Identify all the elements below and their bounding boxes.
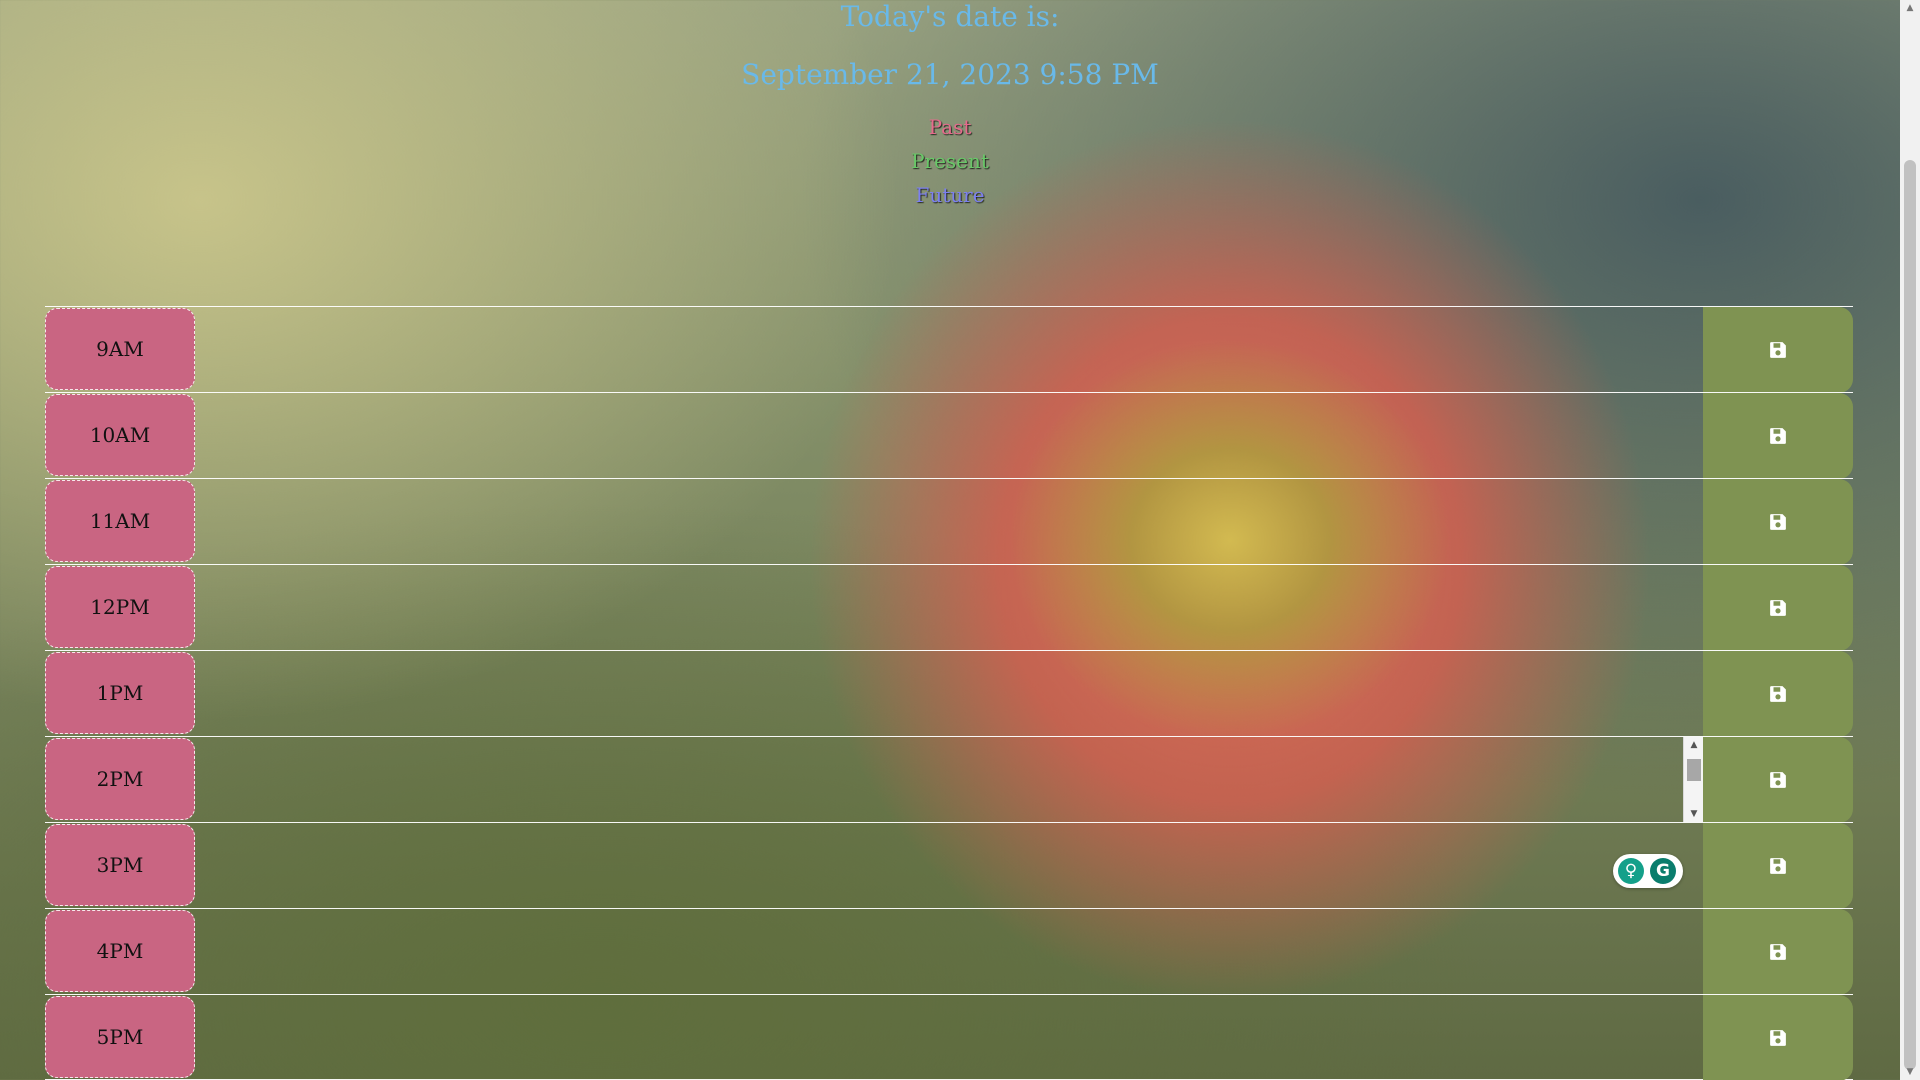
event-description-input[interactable]	[195, 823, 1703, 908]
save-icon	[1769, 685, 1787, 703]
hour-label: 9AM	[45, 308, 195, 390]
hour-label: 10AM	[45, 394, 195, 476]
hour-label: 1PM	[45, 652, 195, 734]
grammarly-icon[interactable]: G	[1650, 858, 1676, 884]
page-scrollbar-thumb[interactable]	[1904, 160, 1916, 1070]
event-description-input[interactable]	[195, 737, 1703, 822]
legend-past: Past	[928, 115, 972, 139]
page-scroll-down-icon[interactable]: ▼	[1900, 1064, 1920, 1080]
event-description-input[interactable]	[195, 651, 1703, 736]
textarea-scrollbar[interactable]: ▲ ▼	[1683, 737, 1703, 822]
save-button[interactable]	[1703, 737, 1853, 823]
time-block-row: 3PM ♀ G	[45, 822, 1853, 909]
save-button[interactable]	[1703, 995, 1853, 1080]
hour-label: 12PM	[45, 566, 195, 648]
hour-label: 5PM	[45, 996, 195, 1078]
page-scroll-up-icon[interactable]: ▲	[1900, 0, 1920, 16]
save-icon	[1769, 599, 1787, 617]
save-button[interactable]	[1703, 565, 1853, 651]
save-button[interactable]	[1703, 823, 1853, 909]
time-block-row: 10AM	[45, 392, 1853, 479]
time-block-row: 9AM	[45, 306, 1853, 393]
current-date: September 21, 2023 9:58 PM	[741, 58, 1159, 91]
hour-label: 2PM	[45, 738, 195, 820]
save-icon	[1769, 1029, 1787, 1047]
save-icon	[1769, 771, 1787, 789]
save-button[interactable]	[1703, 651, 1853, 737]
time-block-row: 1PM	[45, 650, 1853, 737]
hour-label: 11AM	[45, 480, 195, 562]
grammarly-widget[interactable]: ♀ G	[1613, 854, 1683, 888]
time-block-row: 4PM	[45, 908, 1853, 995]
scheduler: 9AM 10AM 11AM 12PM 1PM 2PM ▲ ▼ 3PM ♀ G 4…	[45, 306, 1853, 1080]
event-description-input[interactable]	[195, 479, 1703, 564]
time-block-row: 5PM	[45, 994, 1853, 1080]
legend-future: Future	[915, 183, 985, 207]
time-block-row: 2PM ▲ ▼	[45, 736, 1853, 823]
save-button[interactable]	[1703, 393, 1853, 479]
save-icon	[1769, 857, 1787, 875]
legend-present: Present	[911, 149, 989, 173]
scroll-up-arrow-icon[interactable]: ▲	[1684, 737, 1704, 753]
event-description-input[interactable]	[195, 307, 1703, 392]
event-description-input[interactable]	[195, 565, 1703, 650]
event-description-input[interactable]	[195, 995, 1703, 1080]
event-description-input[interactable]	[195, 909, 1703, 994]
scroll-down-arrow-icon[interactable]: ▼	[1684, 806, 1704, 822]
save-button[interactable]	[1703, 909, 1853, 995]
page-scrollbar[interactable]: ▲ ▼	[1900, 0, 1920, 1080]
save-icon	[1769, 427, 1787, 445]
save-icon	[1769, 513, 1787, 531]
event-description-input[interactable]	[195, 393, 1703, 478]
hour-label: 4PM	[45, 910, 195, 992]
time-block-row: 12PM	[45, 564, 1853, 651]
time-block-row: 11AM	[45, 478, 1853, 565]
grammarly-tips-icon[interactable]: ♀	[1618, 858, 1644, 884]
save-button[interactable]	[1703, 479, 1853, 565]
save-button[interactable]	[1703, 307, 1853, 393]
save-icon	[1769, 943, 1787, 961]
date-label: Today's date is:	[840, 0, 1060, 33]
scrollbar-thumb[interactable]	[1687, 759, 1701, 781]
save-icon	[1769, 341, 1787, 359]
hour-label: 3PM	[45, 824, 195, 906]
